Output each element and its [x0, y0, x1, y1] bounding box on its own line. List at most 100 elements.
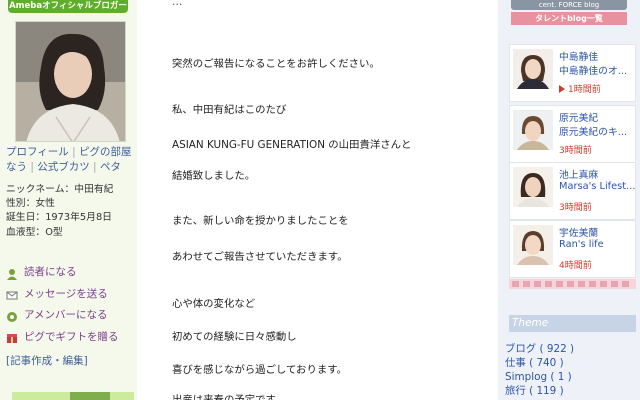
- right-sidebar: cent. FORCE blog タレントblog一覧 中島静佳 中島静佳のオ.…: [498, 0, 640, 400]
- talent-card[interactable]: 原元美紀 原元美紀のキ... 3時間前: [509, 105, 636, 163]
- play-icon: [559, 85, 565, 93]
- update-time-text: 1時間前: [568, 85, 601, 95]
- bukatsu-link[interactable]: 公式ブカツ: [37, 161, 90, 173]
- now-link[interactable]: なう: [6, 161, 27, 173]
- article-paragraph: 心や体の変化など: [172, 298, 256, 310]
- pager-dot[interactable]: [523, 281, 530, 287]
- sidebar-widget-strip: [12, 392, 134, 400]
- talent-blog-title[interactable]: 原元美紀のキ...: [559, 124, 637, 138]
- info-label: 血液型：: [6, 226, 46, 238]
- become-member-button[interactable]: アメンバーになる: [6, 305, 119, 327]
- theme-name[interactable]: ブログ: [505, 343, 536, 355]
- profile-info: ニックネーム：中田有紀 性別：女性 誕生日：1973年5月8日 血液型：O型: [6, 183, 113, 240]
- theme-count: ( 922 ): [539, 343, 575, 355]
- pager-dot[interactable]: [578, 281, 585, 287]
- article-paragraph: 結婚致しました。: [172, 170, 256, 182]
- info-label: 性別：: [6, 198, 36, 210]
- profile-photo[interactable]: [15, 21, 126, 142]
- talent-blog-list-tab[interactable]: タレントblog一覧: [511, 12, 627, 25]
- talent-pager[interactable]: [509, 279, 636, 289]
- theme-item[interactable]: 旅行 ( 119 ): [505, 384, 574, 398]
- pager-dot[interactable]: [512, 281, 519, 287]
- pager-dot[interactable]: [556, 281, 563, 287]
- member-icon: [6, 310, 18, 322]
- update-time: 4時間前: [559, 261, 592, 271]
- profile-links: プロフィール | ピグの部屋 なう | 公式ブカツ | ペタ: [6, 146, 132, 173]
- talent-card[interactable]: 宇佐美蘭 Ran's life 4時間前: [509, 220, 636, 278]
- talent-card[interactable]: 池上真麻 Marsa's Lifest... 3時間前: [509, 162, 636, 220]
- theme-item[interactable]: Simplog ( 1 ): [505, 370, 574, 384]
- article-paragraph: ASIAN KUNG-FU GENERATION の山田貴洋さんと: [172, 139, 412, 151]
- update-time: 3時間前: [559, 203, 592, 213]
- talent-blog-title[interactable]: 中島静佳のオ...: [559, 63, 637, 77]
- widget-tab[interactable]: [70, 392, 110, 400]
- pager-dot[interactable]: [545, 281, 552, 287]
- mail-icon: [6, 288, 18, 300]
- update-time: 3時間前: [559, 146, 592, 156]
- left-sidebar: Amebaオフィシャルブロガー プロフィール | ピグの部屋 なう | 公式ブカ…: [0, 0, 137, 400]
- official-blogger-badge: Amebaオフィシャルブロガー: [8, 0, 128, 13]
- talent-photo[interactable]: [513, 167, 553, 207]
- blood-type-row: 血液型：O型: [6, 226, 113, 240]
- pager-dot[interactable]: [534, 281, 541, 287]
- send-message-label: メッセージを送る: [24, 287, 108, 300]
- theme-list: ブログ ( 922 ) 仕事 ( 740 ) Simplog ( 1 ) 旅行 …: [505, 342, 574, 398]
- pager-dot[interactable]: [567, 281, 574, 287]
- article-paragraph: あわせてご報告させていただきます。: [172, 251, 348, 263]
- talent-photo[interactable]: [513, 225, 553, 265]
- talent-photo[interactable]: [513, 49, 553, 89]
- peta-link[interactable]: ペタ: [100, 161, 121, 173]
- pager-dot[interactable]: [611, 281, 618, 287]
- info-label: 誕生日：: [6, 212, 46, 224]
- become-reader-label: 読者になる: [24, 266, 77, 278]
- theme-name[interactable]: 仕事: [505, 357, 526, 369]
- become-member-label: アメンバーになる: [24, 309, 108, 321]
- info-value: 1973年5月8日: [45, 212, 112, 224]
- article-body: … 突然のご報告になることをお許しください。 私、中田有紀はこのたび ASIAN…: [152, 0, 482, 400]
- become-reader-button[interactable]: 読者になる: [6, 262, 119, 284]
- profile-actions: 読者になる メッセージを送る アメンバーになる ピグでギフトを贈る: [6, 262, 119, 348]
- pager-dot[interactable]: [622, 281, 629, 287]
- send-message-button[interactable]: メッセージを送る: [6, 284, 119, 306]
- theme-count: ( 740 ): [529, 357, 564, 369]
- theme-item[interactable]: ブログ ( 922 ): [505, 342, 574, 356]
- theme-count: ( 1 ): [550, 371, 572, 383]
- pig-room-link[interactable]: ピグの部屋: [79, 146, 132, 158]
- info-value: 女性: [35, 198, 55, 210]
- article-paragraph: 出産は来春の予定です: [172, 394, 276, 400]
- pager-dot[interactable]: [600, 281, 607, 287]
- theme-item[interactable]: 仕事 ( 740 ): [505, 356, 574, 370]
- send-gift-label: ピグでギフトを贈る: [24, 330, 119, 343]
- nickname-row: ニックネーム：中田有紀: [6, 183, 113, 197]
- send-gift-button[interactable]: ピグでギフトを贈る: [6, 327, 119, 349]
- edit-article-link[interactable]: [記事作成・編集]: [6, 353, 88, 368]
- talent-name[interactable]: 原元美紀: [559, 110, 598, 124]
- article-paragraph: 初めての経験に日々感動し: [172, 331, 297, 343]
- theme-header: Theme: [509, 315, 636, 332]
- article-paragraph: また、新しい命を授かりましたことを: [172, 215, 349, 227]
- reader-icon: [6, 267, 18, 280]
- info-label: ニックネーム：: [6, 184, 75, 195]
- info-value: 中田有紀: [74, 184, 114, 195]
- theme-name[interactable]: Simplog: [505, 371, 547, 383]
- talent-photo[interactable]: [513, 110, 553, 150]
- update-time: 1時間前: [559, 82, 601, 95]
- theme-count: ( 119 ): [529, 385, 564, 397]
- cent-force-header: cent. FORCE blog: [511, 0, 627, 10]
- talent-blog-title[interactable]: Marsa's Lifest...: [559, 181, 637, 192]
- theme-name[interactable]: 旅行: [505, 385, 526, 397]
- gender-row: 性別：女性: [6, 197, 113, 211]
- profile-link[interactable]: プロフィール: [6, 146, 69, 158]
- cut-off-line: …: [172, 0, 183, 8]
- talent-name[interactable]: 池上真麻: [559, 167, 598, 181]
- pager-dot[interactable]: [589, 281, 596, 287]
- talent-name[interactable]: 中島静佳: [559, 49, 598, 63]
- birthday-row: 誕生日：1973年5月8日: [6, 211, 113, 225]
- article-paragraph: 私、中田有紀はこのたび: [172, 104, 287, 116]
- talent-blog-title[interactable]: Ran's life: [559, 239, 637, 250]
- article-paragraph: 突然のご報告になることをお許しください。: [172, 58, 380, 70]
- article-paragraph: 喜びを感じながら過ごしております。: [172, 364, 347, 376]
- talent-card[interactable]: 中島静佳 中島静佳のオ... 1時間前: [509, 44, 636, 102]
- gift-icon: [6, 331, 18, 344]
- talent-name[interactable]: 宇佐美蘭: [559, 225, 598, 239]
